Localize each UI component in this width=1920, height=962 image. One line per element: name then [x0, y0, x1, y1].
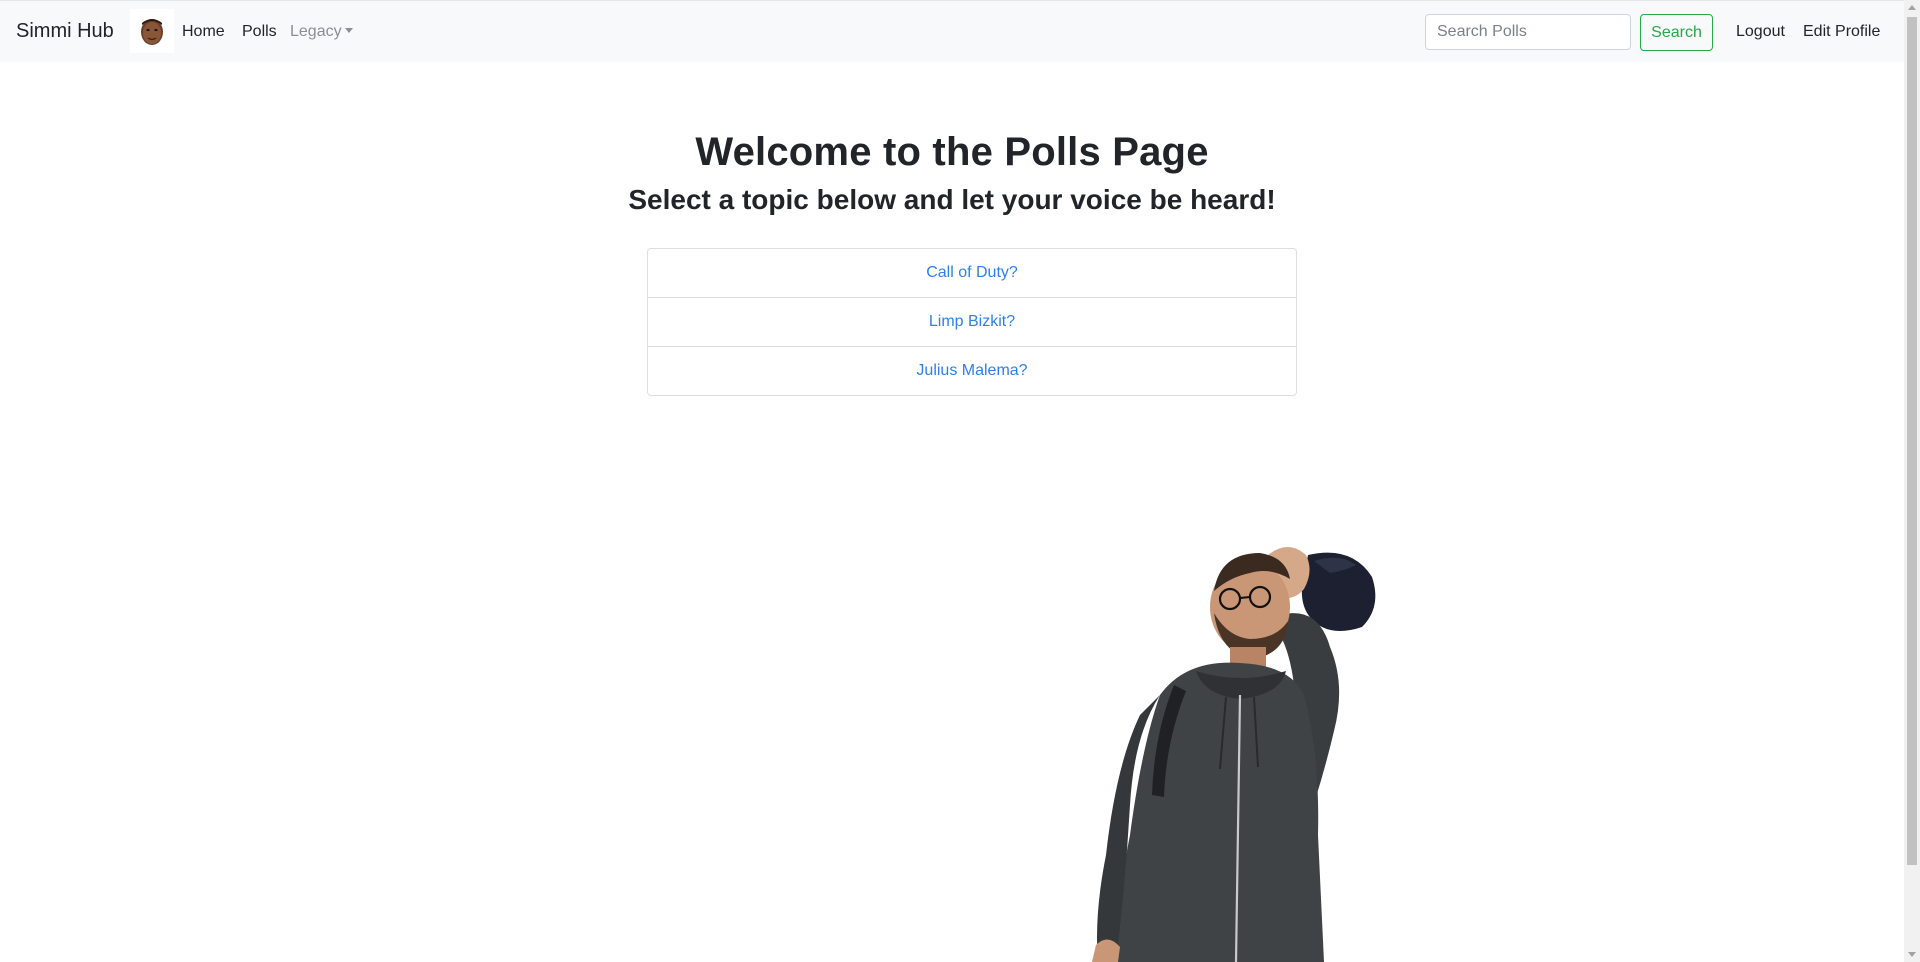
nav-polls[interactable]: Polls: [242, 23, 277, 41]
profile-face-icon: [141, 19, 163, 45]
topic-link-julius-malema[interactable]: Julius Malema?: [648, 347, 1296, 395]
brand-link[interactable]: Simmi Hub: [16, 20, 114, 43]
topic-list: Call of Duty? Limp Bizkit? Julius Malema…: [647, 248, 1297, 396]
page-subtitle: Select a topic below and let your voice …: [628, 184, 1276, 215]
page: Simmi Hub Home Polls Legacy Search Logou…: [0, 0, 1904, 962]
page-title: Welcome to the Polls Page: [695, 130, 1209, 174]
avatar[interactable]: [130, 9, 174, 53]
navbar: Simmi Hub Home Polls Legacy Search Logou…: [0, 0, 1904, 62]
thinking-man-image: [1092, 547, 1376, 962]
chevron-down-icon: [344, 28, 353, 33]
edit-profile-link[interactable]: Edit Profile: [1803, 23, 1880, 41]
topic-link-limp-bizkit[interactable]: Limp Bizkit?: [648, 298, 1296, 347]
nav-legacy-dropdown[interactable]: Legacy: [290, 23, 353, 41]
hero: Welcome to the Polls Page Select a topic…: [0, 126, 1904, 222]
search-input[interactable]: [1425, 14, 1631, 50]
nav-legacy-label: Legacy: [290, 23, 342, 40]
topic-link-call-of-duty[interactable]: Call of Duty?: [648, 249, 1296, 298]
logout-link[interactable]: Logout: [1736, 23, 1785, 41]
browser-viewport: Simmi Hub Home Polls Legacy Search Logou…: [0, 0, 1920, 962]
nav-home[interactable]: Home: [182, 23, 225, 41]
search-button[interactable]: Search: [1640, 14, 1713, 51]
scroll-down-arrow-icon[interactable]: [1908, 952, 1916, 957]
scroll-up-arrow-icon[interactable]: [1908, 5, 1916, 10]
scroll-thumb[interactable]: [1907, 17, 1917, 865]
vertical-scrollbar[interactable]: [1904, 0, 1920, 962]
